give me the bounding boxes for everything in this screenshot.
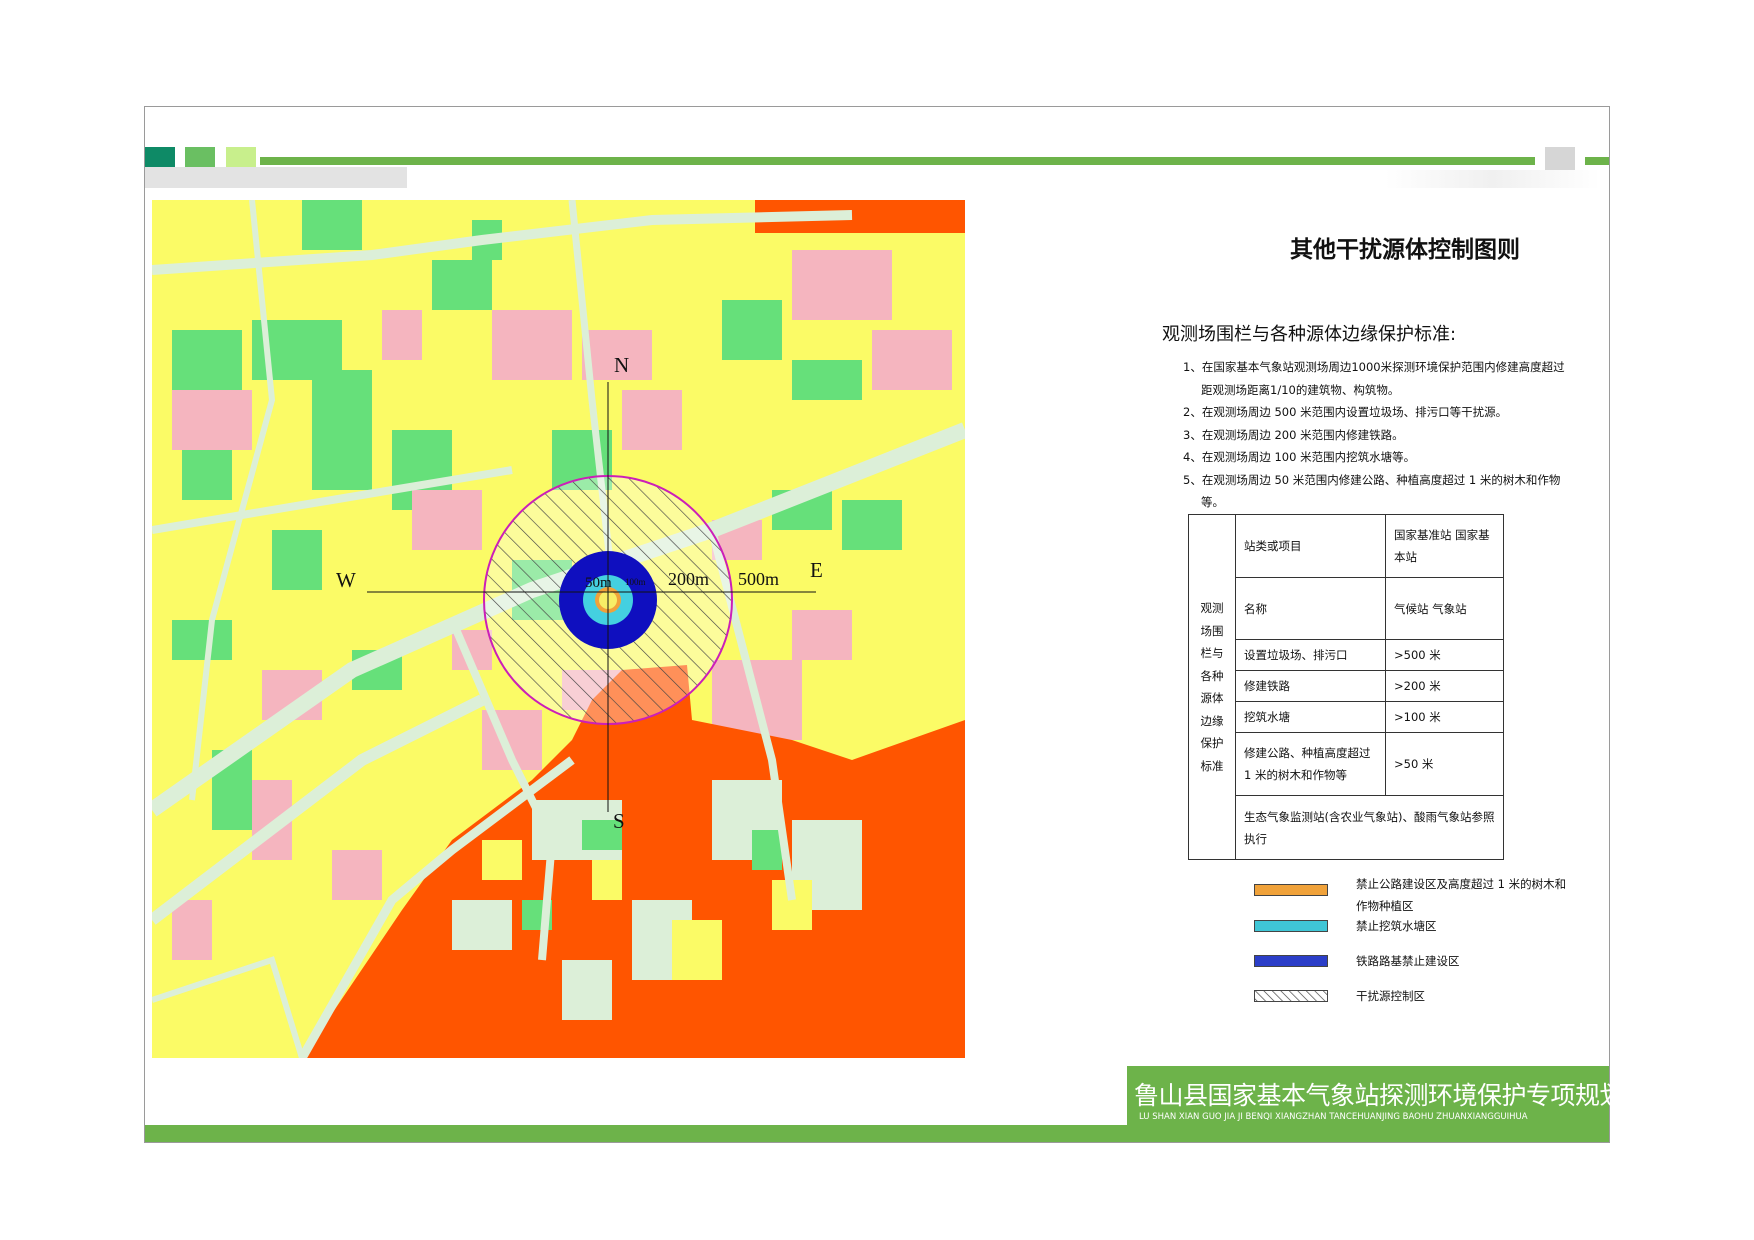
table-cell-item: 设置垃圾场、排污口 — [1235, 639, 1386, 671]
standards-subtitle: 观测场围栏与各种源体边缘保护标准: — [1162, 324, 1457, 345]
land-pink — [332, 850, 382, 900]
table-cell-value: 国家基准站 国家基本站 — [1385, 514, 1504, 578]
compass-s: S — [613, 809, 625, 833]
compass-e: E — [810, 558, 823, 582]
land-pink — [492, 310, 572, 380]
ring-label-100m: 100m — [625, 577, 646, 587]
table-cell-item: 修建公路、种植高度超过 1 米的树木和作物等 — [1235, 732, 1386, 796]
land-pink — [172, 900, 212, 960]
standards-table: 观测场围栏与各种源体边缘保护标准 站类或项目 国家基准站 国家基本站 名称 气候… — [1188, 514, 1504, 860]
rule-item: 4、在观测场周边 100 米范围内挖筑水塘等。 — [1183, 450, 1416, 464]
land-pink — [382, 310, 422, 360]
land-pink — [872, 330, 952, 390]
legend-swatch — [1254, 955, 1328, 967]
footer-title-cn: 鲁山县国家基本气象站探测环境保护专项规划 — [1134, 1081, 1625, 1110]
page-title: 其他干扰源体控制图则 — [1290, 237, 1520, 263]
rule-item: 3、在观测场周边 200 米范围内修建铁路。 — [1183, 427, 1404, 442]
rule-item: 2、在观测场周边 500 米范围内设置垃圾场、排污口等干扰源。 — [1183, 405, 1508, 419]
land-open — [452, 900, 512, 950]
land-pink — [622, 390, 682, 450]
land-green — [432, 260, 492, 310]
table-cell-value: >200 米 — [1385, 670, 1504, 702]
land-pink — [172, 390, 252, 450]
table-cell-value: 气候站 气象站 — [1385, 577, 1504, 640]
footer-bar — [145, 1125, 1609, 1142]
land-green — [722, 300, 782, 360]
legend-label: 禁止挖筑水塘区 — [1356, 919, 1437, 933]
table-cell-item: 修建铁路 — [1235, 670, 1386, 702]
land-pink — [792, 250, 892, 320]
rules-list: 1、在国家基本气象站观测场周边1000米探测环境保护范围内修建高度超过距观测场距… — [1183, 356, 1573, 514]
legend-label: 干扰源控制区 — [1356, 989, 1425, 1003]
land-open — [562, 960, 612, 1020]
header-gray-band — [145, 167, 407, 188]
rule-item: 1、在国家基本气象站观测场周边1000米探测环境保护范围内修建高度超过距观测场距… — [1183, 360, 1565, 397]
table-cell-item: 站类或项目 — [1235, 514, 1386, 578]
ring-label-500m: 500m — [738, 569, 779, 589]
land-green — [312, 370, 372, 490]
land-residential — [672, 920, 722, 980]
land-green — [752, 830, 782, 870]
land-use-map[interactable]: N S E W 50m 100m 200m 500m — [152, 200, 965, 1058]
land-green — [172, 620, 232, 660]
land-residential — [482, 840, 522, 880]
table-footer-note: 生态气象监测站(含农业气象站)、酸雨气象站参照执行 — [1235, 795, 1504, 860]
table-side-label: 观测场围栏与各种源体边缘保护标准 — [1188, 514, 1236, 860]
legend-label: 禁止公路建设区及高度超过 1 米的树木和作物种植区 — [1356, 877, 1567, 913]
table-cell-item: 挖筑水塘 — [1235, 701, 1386, 733]
legend-label: 铁路路基禁止建设区 — [1356, 954, 1460, 968]
table-cell-item: 名称 — [1235, 577, 1386, 640]
compass-n: N — [614, 353, 629, 377]
ring-label-50m: 50m — [585, 575, 612, 591]
table-cell-value: >50 米 — [1385, 732, 1504, 796]
land-green — [272, 530, 322, 590]
legend-swatch — [1254, 920, 1328, 932]
compass-w: W — [336, 568, 356, 592]
legend-swatch-hatch — [1254, 990, 1328, 1002]
header-fade — [1385, 170, 1600, 188]
footer-title-en: LU SHAN XIAN GUO JIA JI BENQI XIANGZHAN … — [1139, 1112, 1528, 1122]
header-bar — [260, 157, 1535, 165]
land-green — [842, 500, 902, 550]
header-bar-end — [1585, 157, 1609, 165]
land-green — [302, 200, 362, 250]
table-cell-value: >500 米 — [1385, 639, 1504, 671]
ring-label-200m: 200m — [668, 569, 709, 589]
land-green — [792, 360, 862, 400]
legend-swatch — [1254, 884, 1328, 896]
land-pink — [792, 610, 852, 660]
table-cell-value: >100 米 — [1385, 701, 1504, 733]
land-residential — [592, 860, 622, 900]
rule-item: 5、在观测场周边 50 米范围内修建公路、种植高度超过 1 米的树木和作物等。 — [1183, 472, 1561, 510]
land-pink — [412, 490, 482, 550]
